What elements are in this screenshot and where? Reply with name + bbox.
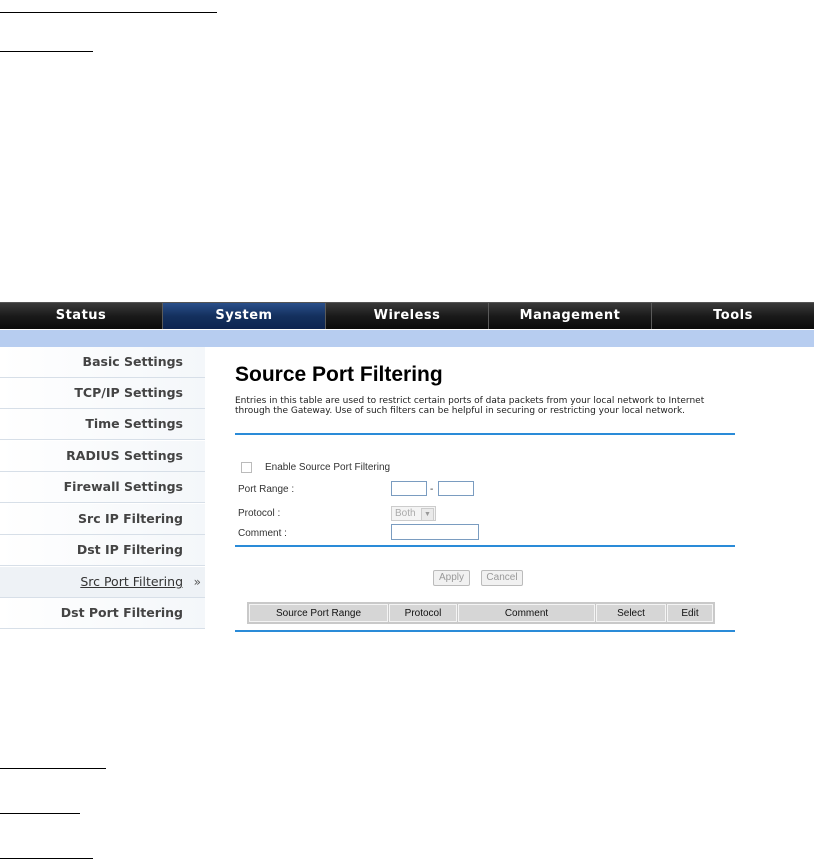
router-web-ui: Status System Wireless Management Tools … xyxy=(0,300,814,634)
sidebar-item-firewall-settings[interactable]: Firewall Settings xyxy=(0,472,205,503)
column-header-source-port-range: Source Port Range xyxy=(249,604,388,622)
section-divider xyxy=(235,433,735,435)
tab-tools[interactable]: Tools xyxy=(652,303,814,329)
document-underline xyxy=(0,813,80,814)
enable-source-port-filtering-checkbox[interactable] xyxy=(241,462,252,473)
sidebar-item-label: Src Port Filtering xyxy=(80,574,183,589)
tab-wireless[interactable]: Wireless xyxy=(326,303,489,329)
section-divider xyxy=(235,630,735,632)
tab-management[interactable]: Management xyxy=(489,303,652,329)
port-range-separator: - xyxy=(430,484,434,495)
chevron-down-icon: ▼ xyxy=(421,508,434,521)
document-underline xyxy=(0,768,106,769)
filter-table-header: Source Port Range Protocol Comment Selec… xyxy=(247,602,715,624)
port-range-from-input[interactable] xyxy=(391,481,427,496)
double-chevron-right-icon: » xyxy=(193,575,201,589)
sidebar-item-dst-port-filtering[interactable]: Dst Port Filtering xyxy=(0,598,205,629)
tab-system[interactable]: System xyxy=(163,303,326,329)
apply-button[interactable]: Apply xyxy=(433,570,470,586)
page-description: Entries in this table are used to restri… xyxy=(235,396,705,416)
document-underline xyxy=(0,858,93,859)
top-navigation: Status System Wireless Management Tools xyxy=(0,302,814,329)
protocol-label: Protocol : xyxy=(238,508,281,519)
sub-navigation-bar xyxy=(0,330,814,347)
sidebar-item-tcpip-settings[interactable]: TCP/IP Settings xyxy=(0,378,205,409)
column-header-comment: Comment xyxy=(458,604,595,622)
port-range-to-input[interactable] xyxy=(438,481,474,496)
tab-status[interactable]: Status xyxy=(0,303,163,329)
comment-input[interactable] xyxy=(391,524,479,540)
sidebar-item-basic-settings[interactable]: Basic Settings xyxy=(0,347,205,378)
sidebar-item-dst-ip-filtering[interactable]: Dst IP Filtering xyxy=(0,535,205,566)
sidebar-item-src-port-filtering[interactable]: Src Port Filtering » xyxy=(0,567,205,598)
enable-filtering-label: Enable Source Port Filtering xyxy=(265,462,391,473)
sidebar: Basic Settings TCP/IP Settings Time Sett… xyxy=(0,347,205,634)
document-underline xyxy=(0,12,217,13)
main-content: Source Port Filtering Entries in this ta… xyxy=(205,347,814,634)
column-header-select: Select xyxy=(596,604,666,622)
comment-label: Comment : xyxy=(238,528,287,539)
column-header-edit: Edit xyxy=(667,604,713,622)
section-divider xyxy=(235,545,735,547)
sidebar-item-src-ip-filtering[interactable]: Src IP Filtering xyxy=(0,504,205,535)
document-underline xyxy=(0,51,93,52)
cancel-button[interactable]: Cancel xyxy=(481,570,523,586)
sidebar-item-radius-settings[interactable]: RADIUS Settings xyxy=(0,441,205,472)
column-header-protocol: Protocol xyxy=(389,604,457,622)
port-range-label: Port Range : xyxy=(238,484,295,495)
sidebar-item-time-settings[interactable]: Time Settings xyxy=(0,409,205,440)
protocol-selected-value: Both xyxy=(395,508,416,519)
protocol-select[interactable]: Both ▼ xyxy=(391,506,436,521)
page-title: Source Port Filtering xyxy=(235,363,443,386)
